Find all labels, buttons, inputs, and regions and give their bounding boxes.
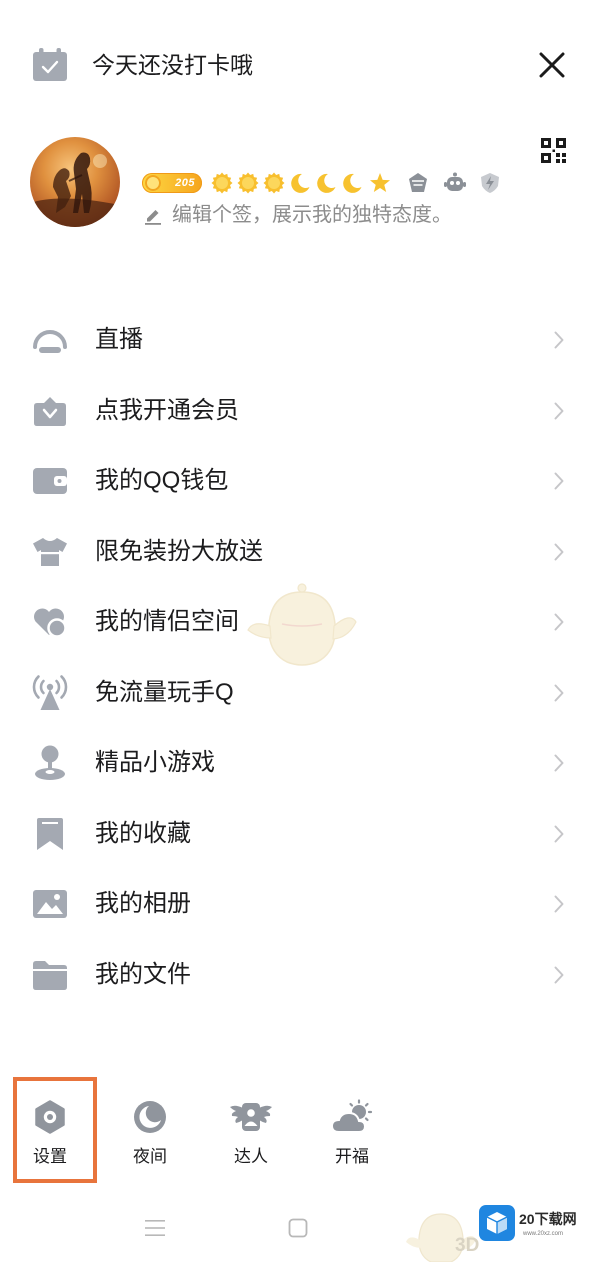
checkin-label[interactable]: 今天还没打卡哦 bbox=[92, 49, 253, 81]
settings-label: 设置 bbox=[33, 1147, 67, 1166]
qr-code-button[interactable] bbox=[541, 138, 566, 163]
sun-icon bbox=[263, 172, 285, 194]
menu-item-label: 精品小游戏 bbox=[95, 749, 215, 776]
night-mode-label: 夜间 bbox=[133, 1147, 167, 1166]
settings-button[interactable]: 设置 bbox=[10, 1081, 90, 1179]
night-mode-button[interactable]: 夜间 bbox=[110, 1081, 190, 1179]
menu-item-label: 我的收藏 bbox=[95, 819, 191, 847]
chevron-right-icon bbox=[554, 331, 564, 349]
watermark-site-name: 20下载网 bbox=[519, 1211, 577, 1227]
moon-icon bbox=[289, 172, 311, 194]
chevron-right-icon bbox=[554, 613, 564, 631]
talent-label: 达人 bbox=[234, 1147, 268, 1166]
menu-item-live[interactable]: 直播 bbox=[0, 305, 596, 376]
bookmark-icon bbox=[30, 814, 70, 854]
live-icon bbox=[30, 320, 70, 360]
diamond-badge-icon[interactable] bbox=[406, 171, 430, 195]
weather-icon bbox=[330, 1099, 374, 1135]
chevron-right-icon bbox=[554, 402, 564, 420]
night-mode-icon bbox=[132, 1099, 168, 1135]
chevron-right-icon bbox=[554, 472, 564, 490]
photo-icon bbox=[30, 884, 70, 924]
menu-item-files[interactable]: 我的文件 bbox=[0, 940, 596, 1011]
couple-heart-icon bbox=[30, 602, 70, 642]
fortune-button[interactable]: 开福 bbox=[312, 1081, 392, 1179]
robot-badge-icon[interactable] bbox=[443, 171, 467, 195]
chevron-right-icon bbox=[554, 825, 564, 843]
avatar[interactable] bbox=[30, 137, 120, 227]
menu-item-label: 我的相册 bbox=[95, 890, 191, 917]
drawer-menu: 直播 点我开通会员 我的QQ钱包 限免装扮大放送 我的情侣空间 免流量玩手Q 精… bbox=[0, 305, 596, 1010]
watermark-url: www.20xz.com bbox=[523, 1231, 564, 1237]
sun-icon bbox=[211, 172, 233, 194]
joystick-icon bbox=[30, 743, 70, 783]
menu-item-couple-space[interactable]: 我的情侣空间 bbox=[0, 587, 596, 658]
chevron-right-icon bbox=[554, 895, 564, 913]
lightning-badge-icon[interactable] bbox=[478, 171, 502, 195]
recent-apps-icon[interactable] bbox=[145, 1219, 165, 1237]
close-button[interactable] bbox=[539, 52, 565, 78]
watermark-cube-logo bbox=[479, 1205, 515, 1241]
menu-item-label: 我的情侣空间 bbox=[95, 608, 239, 635]
menu-item-dressup[interactable]: 限免装扮大放送 bbox=[0, 517, 596, 588]
star-icon bbox=[369, 172, 391, 194]
wallet-icon bbox=[30, 461, 70, 501]
pencil-icon[interactable] bbox=[143, 205, 163, 225]
close-icon bbox=[539, 52, 565, 78]
menu-item-albums[interactable]: 我的相册 bbox=[0, 869, 596, 940]
calendar-check-icon[interactable] bbox=[31, 47, 69, 83]
qr-code-icon bbox=[541, 138, 566, 163]
menu-item-label: 点我开通会员 bbox=[95, 396, 239, 424]
level-badge[interactable]: 205 bbox=[142, 173, 202, 193]
menu-item-label: 免流量玩手Q bbox=[95, 678, 234, 706]
menu-item-label: 我的文件 bbox=[95, 960, 191, 988]
sun-icon bbox=[237, 172, 259, 194]
chevron-right-icon bbox=[554, 543, 564, 561]
signature-placeholder[interactable]: 编辑个签，展示我的独特态度。 bbox=[172, 202, 452, 228]
chevron-right-icon bbox=[554, 754, 564, 772]
menu-item-mini-games[interactable]: 精品小游戏 bbox=[0, 728, 596, 799]
moon-icon bbox=[341, 172, 363, 194]
shirt-icon bbox=[30, 532, 70, 572]
crown-icon bbox=[145, 175, 161, 191]
menu-item-label: 我的QQ钱包 bbox=[95, 467, 229, 494]
folder-icon bbox=[30, 955, 70, 995]
menu-item-wallet[interactable]: 我的QQ钱包 bbox=[0, 446, 596, 517]
signal-tower-icon bbox=[30, 673, 70, 713]
menu-item-label: 直播 bbox=[95, 326, 143, 353]
side-drawer-screen: 今天还没打卡哦 205 编辑个签，展示我的独特态度。 直播 点我开通会员 我的Q… bbox=[0, 0, 596, 1262]
menu-item-vip[interactable]: 点我开通会员 bbox=[0, 376, 596, 447]
chevron-right-icon bbox=[554, 966, 564, 984]
menu-item-label: 限免装扮大放送 bbox=[95, 537, 263, 565]
settings-icon bbox=[32, 1099, 68, 1135]
menu-item-free-data[interactable]: 免流量玩手Q bbox=[0, 658, 596, 729]
menu-item-favorites[interactable]: 我的收藏 bbox=[0, 799, 596, 870]
level-value: 205 bbox=[175, 177, 195, 189]
fortune-label: 开福 bbox=[335, 1147, 369, 1166]
watermark-3d-text: 3D bbox=[455, 1235, 480, 1256]
moon-icon bbox=[315, 172, 337, 194]
talent-wings-icon bbox=[229, 1099, 273, 1135]
vip-bag-icon bbox=[30, 391, 70, 431]
home-icon[interactable] bbox=[288, 1218, 308, 1238]
talent-button[interactable]: 达人 bbox=[211, 1081, 291, 1179]
chevron-right-icon bbox=[554, 684, 564, 702]
